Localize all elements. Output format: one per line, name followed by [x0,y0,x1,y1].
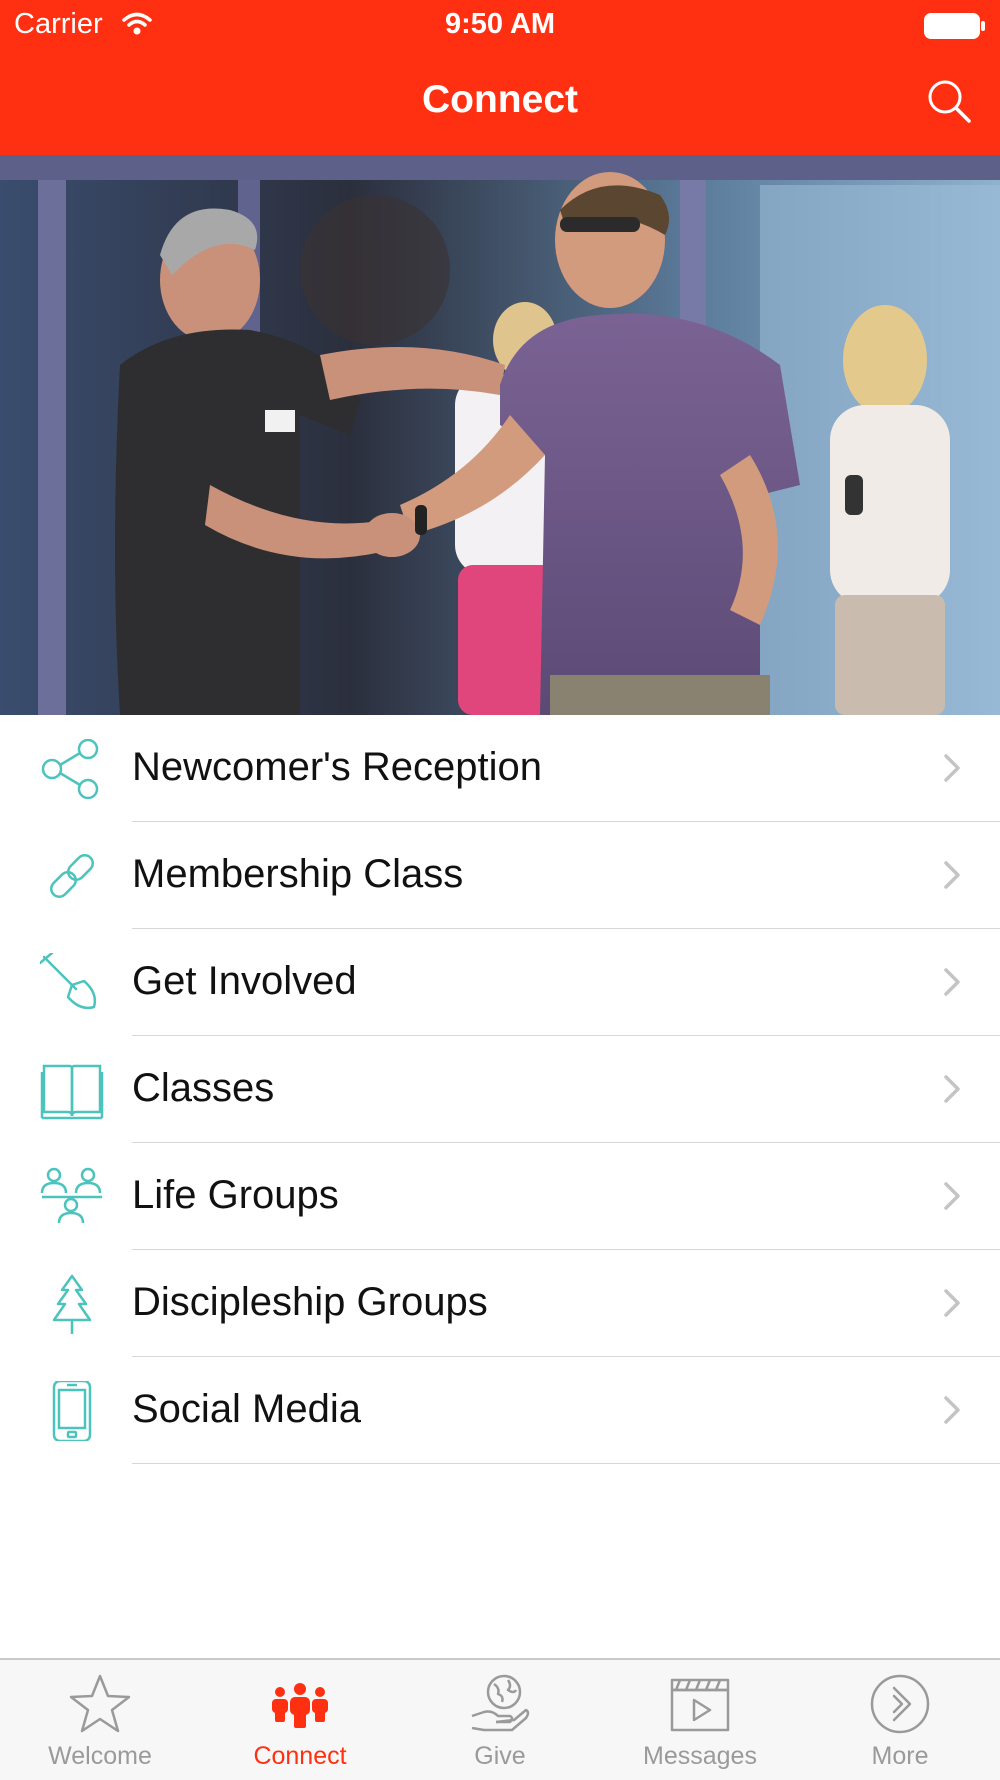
status-time: 9:50 AM [444,8,556,40]
clapperboard-icon [668,1672,732,1736]
book-icon [40,1060,104,1120]
people-icon [268,1672,332,1736]
tab-label: Welcome [48,1742,152,1770]
tab-more[interactable]: More [800,1660,1000,1780]
menu-item-label: Newcomer's Reception [132,745,543,789]
chevron-right-icon [942,1181,962,1216]
menu-item-label: Life Groups [132,1173,339,1217]
tab-give[interactable]: Give [400,1660,600,1780]
tab-connect[interactable]: Connect [200,1660,400,1780]
more-circle-icon [868,1672,932,1736]
menu-item-classes[interactable]: Classes [0,1036,1000,1143]
tab-label: Connect [253,1742,347,1770]
tab-label: More [871,1742,929,1770]
menu-item-label: Social Media [132,1387,362,1431]
menu-item-social-media[interactable]: Social Media [0,1357,1000,1464]
search-icon[interactable] [926,78,972,129]
chevron-right-icon [942,860,962,895]
tab-bar: Welcome Connect Give Messages More [0,1658,1000,1780]
menu-item-life-groups[interactable]: Life Groups [0,1143,1000,1250]
connect-menu-list: Newcomer's Reception Membership Class Ge… [0,715,1000,1464]
phone-icon [40,1379,104,1443]
menu-item-label: Get Involved [132,959,357,1003]
row-divider [132,1463,1000,1464]
navigation-header: Carrier 9:50 AM Connect [0,0,1000,155]
people-group-icon [40,1167,104,1227]
page-title: Connect [422,78,578,121]
menu-item-label: Membership Class [132,852,464,896]
battery-icon [924,13,986,44]
chevron-right-icon [942,1288,962,1323]
chevron-right-icon [942,1074,962,1109]
status-bar: Carrier 9:50 AM [0,0,1000,50]
tab-messages[interactable]: Messages [600,1660,800,1780]
chevron-right-icon [942,967,962,1002]
share-icon [40,738,104,800]
shovel-icon [38,951,104,1013]
link-icon [40,846,104,906]
menu-item-label: Discipleship Groups [132,1280,488,1324]
menu-item-discipleship-groups[interactable]: Discipleship Groups [0,1250,1000,1357]
menu-item-newcomers-reception[interactable]: Newcomer's Reception [0,715,1000,822]
menu-item-membership-class[interactable]: Membership Class [0,822,1000,929]
tree-icon [40,1274,104,1334]
tab-welcome[interactable]: Welcome [0,1660,200,1780]
star-icon [68,1672,132,1736]
hero-photo [0,155,1000,715]
tab-label: Messages [643,1742,757,1770]
menu-item-get-involved[interactable]: Get Involved [0,929,1000,1036]
chevron-right-icon [942,753,962,788]
menu-item-label: Classes [132,1066,275,1110]
giving-hand-icon [468,1672,532,1736]
tab-label: Give [474,1742,526,1770]
chevron-right-icon [942,1395,962,1430]
